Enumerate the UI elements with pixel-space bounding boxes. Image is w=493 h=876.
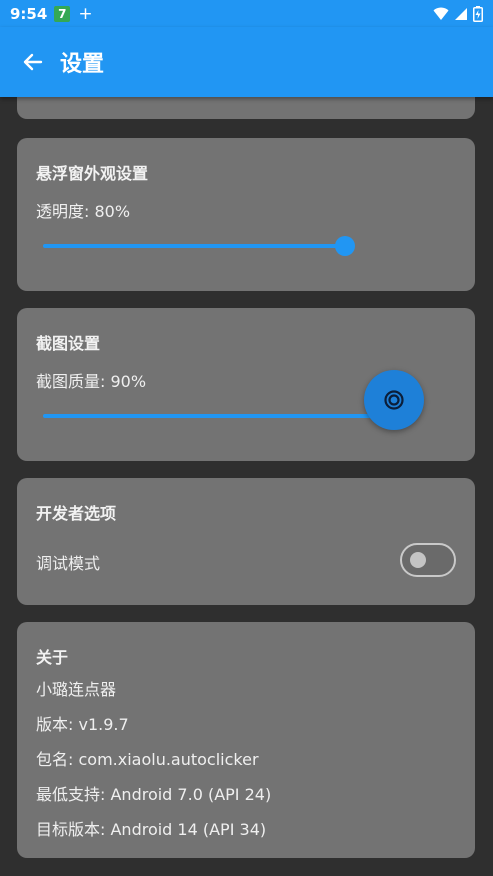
floating-click-target-button[interactable] [364, 370, 424, 430]
status-bar: 9:54 7 + [0, 0, 493, 27]
app-bar: 设置 [0, 27, 493, 97]
developer-title: 开发者选项 [36, 504, 117, 523]
min-sdk-text: 最低支持: Android 7.0 (API 24) [36, 785, 272, 804]
opacity-label: 透明度: 80% [36, 202, 131, 221]
float-window-title: 悬浮窗外观设置 [36, 164, 149, 183]
status-icons [433, 5, 483, 22]
float-window-card: 悬浮窗外观设置 透明度: 80% [17, 138, 475, 291]
page-title: 设置 [60, 52, 105, 77]
debug-mode-switch-knob [410, 552, 426, 568]
version-text: 版本: v1.9.7 [36, 715, 129, 734]
target-sdk-text: 目标版本: Android 14 (API 34) [36, 820, 267, 839]
opacity-slider-track [43, 244, 345, 248]
status-time: 9:54 [10, 4, 48, 23]
package-text: 包名: com.xiaolu.autoclicker [36, 750, 259, 769]
opacity-slider-thumb[interactable] [335, 236, 355, 256]
debug-mode-label: 调试模式 [36, 554, 101, 573]
wifi-icon [433, 7, 449, 20]
previous-card-edge [17, 97, 475, 119]
signal-icon [455, 7, 467, 20]
settings-list[interactable]: 悬浮窗外观设置 透明度: 80% 截图设置 截图质量: 90% 开发者选项 调试… [0, 97, 493, 876]
target-icon [384, 390, 404, 410]
about-title: 关于 [36, 648, 69, 667]
debug-mode-switch[interactable] [400, 543, 456, 577]
quality-slider-track [43, 414, 383, 418]
opacity-slider[interactable] [17, 228, 475, 264]
screenshot-title: 截图设置 [36, 334, 101, 353]
notification-badge: 7 [54, 5, 71, 22]
arrow-back-icon [23, 53, 43, 71]
developer-card: 开发者选项 调试模式 [17, 478, 475, 605]
plus-icon: + [78, 3, 93, 24]
about-card: 关于 小璐连点器 版本: v1.9.7 包名: com.xiaolu.autoc… [17, 622, 475, 858]
battery-icon [473, 5, 483, 22]
quality-label: 截图质量: 90% [36, 372, 147, 391]
app-name-text: 小璐连点器 [36, 680, 117, 699]
back-button[interactable] [18, 48, 46, 76]
